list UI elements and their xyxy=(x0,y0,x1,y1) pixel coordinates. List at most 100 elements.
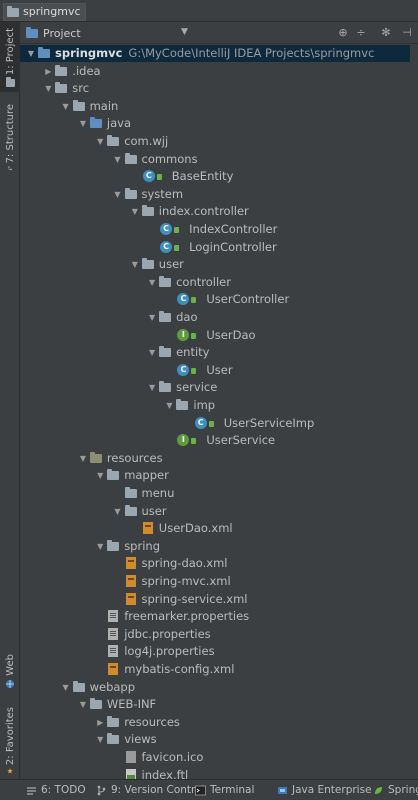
expand-arrow-icon[interactable]: ▼ xyxy=(26,45,36,62)
expand-arrow-icon[interactable]: ▼ xyxy=(43,80,53,97)
expand-arrow-icon[interactable]: ▼ xyxy=(61,98,71,115)
expand-arrow-icon[interactable]: ▼ xyxy=(130,256,140,273)
tree-row[interactable]: ▼ user xyxy=(20,503,410,520)
tree-row[interactable]: ▼ commons xyxy=(20,151,410,168)
collapse-all-button[interactable]: ÷ xyxy=(354,25,368,41)
expand-arrow-icon[interactable]: ▼ xyxy=(130,203,140,220)
tree-row[interactable]: ▼ main xyxy=(20,98,410,115)
expand-arrow-icon[interactable]: ▼ xyxy=(147,344,157,361)
expand-arrow-icon[interactable]: ▼ xyxy=(78,115,88,132)
scroll-from-source-button[interactable]: ⊕ xyxy=(336,25,350,41)
expand-arrow-icon[interactable]: ▼ xyxy=(95,538,105,555)
left-tool-strip: 1: Project 7: Structure Web 2: Favorites xyxy=(0,22,20,779)
expand-arrow-icon[interactable]: ▼ xyxy=(164,397,174,414)
tree-row[interactable]: ▶ resources xyxy=(20,714,410,731)
expand-arrow-icon[interactable]: ▼ xyxy=(78,696,88,713)
tree-row[interactable]: ▼ imp xyxy=(20,397,410,414)
tree-row[interactable]: ▼ entity xyxy=(20,344,410,361)
expand-arrow-icon[interactable]: ▼ xyxy=(95,731,105,748)
tab-terminal[interactable]: Terminal xyxy=(195,783,254,798)
breadcrumb[interactable]: springmvc xyxy=(3,3,86,21)
tree-row[interactable]: I UserDao xyxy=(20,327,410,344)
tree-row[interactable]: ▼ mapper xyxy=(20,467,410,484)
folder-icon xyxy=(55,64,68,76)
tree-row[interactable]: C UserController xyxy=(20,291,410,308)
expand-arrow-icon[interactable]: ▼ xyxy=(113,151,123,168)
tree-item-label: entity xyxy=(176,345,210,360)
hide-panel-button[interactable]: ⊣ xyxy=(400,25,414,41)
tree-row[interactable]: mybatis-config.xml xyxy=(20,661,410,678)
tree-row[interactable]: spring-dao.xml xyxy=(20,555,410,572)
tree-item-label: dao xyxy=(176,310,198,324)
module-icon xyxy=(38,47,50,58)
tree-row[interactable]: C LoginController xyxy=(20,239,410,256)
tree-row[interactable]: ▼ service xyxy=(20,379,410,396)
tab-spring[interactable]: Spring xyxy=(373,783,418,798)
tree-row[interactable]: ▼ java xyxy=(20,115,410,132)
expand-arrow-icon[interactable]: ▼ xyxy=(95,133,105,150)
tree-row[interactable]: freemarker.properties xyxy=(20,608,410,625)
tree-row[interactable]: UserDao.xml xyxy=(20,520,410,537)
tree-row[interactable]: ▼ spring xyxy=(20,538,410,555)
tree-item-label: menu xyxy=(141,486,175,500)
expand-arrow-icon[interactable]: ▼ xyxy=(147,379,157,396)
tree-row[interactable]: jdbc.properties xyxy=(20,626,410,643)
folder-icon xyxy=(124,487,137,498)
class-icon: C xyxy=(177,363,190,376)
tree-row[interactable]: menu xyxy=(20,485,410,502)
expand-arrow-icon[interactable]: ▼ xyxy=(113,186,123,203)
tree-row[interactable]: C BaseEntity xyxy=(20,168,410,185)
tree-row[interactable]: ▼ controller xyxy=(20,274,410,291)
tree-row[interactable]: spring-service.xml xyxy=(20,591,410,608)
expand-arrow-icon[interactable]: ▼ xyxy=(147,274,157,291)
tree-item-label: UserDao.xml xyxy=(158,521,233,536)
tree-row[interactable]: spring-mvc.xml xyxy=(20,573,410,590)
tree-item-label: index.controller xyxy=(158,204,249,219)
tree-row[interactable]: ▼ system xyxy=(20,186,410,203)
tab-java-enterprise-label: Java Enterprise xyxy=(292,784,372,796)
tree-row[interactable]: ▼ user xyxy=(20,256,410,273)
spring-leaf-icon xyxy=(375,787,382,794)
class-icon: C xyxy=(194,416,207,429)
tree-row[interactable]: ▼ webapp xyxy=(20,679,410,696)
tree-row[interactable]: ▼ WEB-INF xyxy=(20,696,410,713)
settings-button[interactable]: ✻ xyxy=(376,25,396,41)
tree-row[interactable]: C User xyxy=(20,362,410,379)
tree-row[interactable]: ▼ index.controller xyxy=(20,203,410,220)
tree-row[interactable]: log4j.properties xyxy=(20,643,410,660)
todo-icon xyxy=(27,787,36,795)
ftl-file-icon xyxy=(125,768,136,779)
tab-java-enterprise[interactable]: Java Enterprise xyxy=(277,783,372,798)
project-root-label: springmvc G:\MyCode\IntelliJ IDEA Project… xyxy=(55,45,374,62)
tab-todo[interactable]: 6: TODO xyxy=(26,783,86,798)
tree-row[interactable]: favicon.ico xyxy=(20,749,410,766)
view-selector-dropdown[interactable]: Project ▼ xyxy=(26,25,188,41)
tree-row[interactable]: ▼ src xyxy=(20,80,410,97)
tree-row[interactable]: I UserService xyxy=(20,432,410,449)
expand-arrow-icon[interactable]: ▼ xyxy=(113,503,123,520)
tab-favorites[interactable]: 2: Favorites xyxy=(0,705,20,777)
expand-arrow-icon[interactable]: ▼ xyxy=(147,309,157,326)
tree-item-label: User xyxy=(206,362,233,377)
project-view-icon xyxy=(26,26,38,38)
tab-version-control[interactable]: 9: Version Control xyxy=(96,783,204,798)
folder-icon xyxy=(89,117,102,129)
tree-root-row[interactable]: ▼ springmvc G:\MyCode\IntelliJ IDEA Projec… xyxy=(20,45,410,62)
expand-arrow-icon[interactable]: ▼ xyxy=(61,679,71,696)
collapse-arrow-icon[interactable]: ▶ xyxy=(95,714,105,731)
tree-row[interactable]: ▼ resources xyxy=(20,450,410,467)
tab-project[interactable]: 1: Project xyxy=(0,22,20,92)
tree-row[interactable]: C UserServiceImp xyxy=(20,415,410,432)
tab-web[interactable]: Web xyxy=(0,652,20,692)
tree-row[interactable]: C IndexController xyxy=(20,221,410,238)
expand-arrow-icon[interactable]: ▼ xyxy=(95,467,105,484)
tab-structure[interactable]: 7: Structure xyxy=(0,100,20,174)
tree-row[interactable]: ▼ com.wjj xyxy=(20,133,410,150)
tree-row[interactable]: ▼ dao xyxy=(20,309,410,326)
folder-icon xyxy=(55,82,68,94)
tree-row[interactable]: index.ftl xyxy=(20,767,410,779)
tree-row[interactable]: ▶ .idea xyxy=(20,63,410,80)
expand-arrow-icon[interactable]: ▼ xyxy=(78,450,88,467)
tree-row[interactable]: ▼ views xyxy=(20,731,410,748)
collapse-arrow-icon[interactable]: ▶ xyxy=(43,63,53,80)
